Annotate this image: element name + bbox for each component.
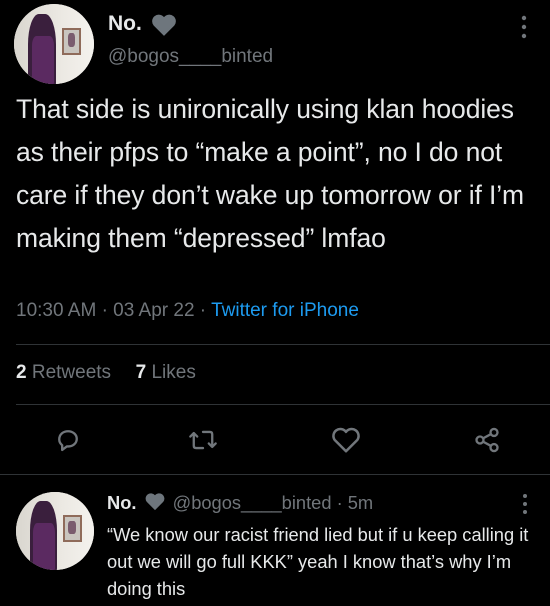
heart-icon: [145, 493, 164, 511]
retweets-label: Retweets: [31, 362, 112, 383]
meta-separator: ·: [101, 300, 114, 321]
reply-handle[interactable]: @bogos____binted: [173, 492, 332, 513]
reply-avatar[interactable]: [16, 492, 94, 570]
avatar[interactable]: [14, 4, 94, 84]
retweets-count: 2: [16, 362, 27, 383]
heart-icon: [150, 13, 178, 42]
tweet-time[interactable]: 10:30 AM: [16, 300, 96, 321]
more-icon[interactable]: [519, 492, 531, 521]
user-handle[interactable]: @bogos____binted: [108, 46, 273, 68]
meta-separator: ·: [199, 300, 212, 321]
tweet-meta: 10:30 AM · 03 Apr 22 · Twitter for iPhon…: [16, 300, 359, 322]
reply-age[interactable]: 5m: [348, 492, 373, 513]
like-icon: [332, 427, 360, 453]
more-icon[interactable]: [518, 14, 530, 45]
tweet-source[interactable]: Twitter for iPhone: [211, 300, 359, 321]
tweet-date[interactable]: 03 Apr 22: [113, 300, 194, 321]
tweet-text: That side is unironically using klan hoo…: [16, 94, 525, 253]
reply-display-name[interactable]: No.: [107, 492, 136, 513]
meta-separator: ·: [336, 492, 348, 513]
reply-header: No. @bogos____binted · 5m: [107, 492, 373, 514]
share-icon: [475, 427, 499, 453]
reply-icon: [58, 430, 78, 452]
tweet-stats: 2 Retweets 7 Likes: [16, 362, 196, 384]
divider: [0, 474, 550, 475]
share-button[interactable]: [469, 422, 505, 458]
reply-button[interactable]: [50, 422, 86, 458]
retweet-icon: [189, 430, 217, 450]
likes-label: Likes: [151, 362, 196, 383]
retweets-stat[interactable]: 2 Retweets: [16, 362, 111, 383]
divider: [16, 404, 550, 405]
likes-count: 7: [135, 362, 147, 383]
divider: [16, 344, 550, 345]
reply-text: “We know our racist friend lied but if u…: [107, 524, 529, 599]
retweet-button[interactable]: [185, 422, 221, 458]
display-name[interactable]: No.: [108, 12, 142, 36]
likes-stat[interactable]: 7 Likes: [136, 362, 196, 383]
like-button[interactable]: [328, 422, 364, 458]
